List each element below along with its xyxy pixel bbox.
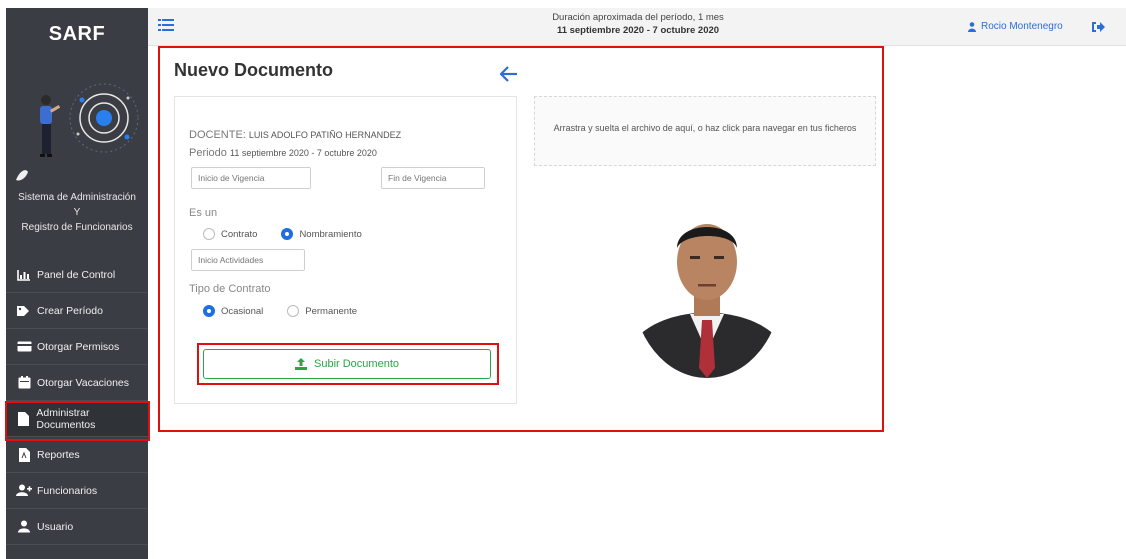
radio-circle xyxy=(287,305,300,317)
system-name-line-2: Y xyxy=(73,207,81,218)
brand-logo: SARF xyxy=(48,22,106,45)
new-document-panel: Nuevo Documento DOCENTE: LUIS ADOLFO PAT… xyxy=(158,46,884,432)
sidebar-item-label: Administrar Documentos xyxy=(36,406,96,431)
period-info: Duración aproximada del período, 1 mes 1… xyxy=(398,11,878,37)
fin-vigencia-input[interactable] xyxy=(381,167,485,189)
sidebar-item-administrar-documentos[interactable]: Administrar Documentos xyxy=(5,401,150,441)
radio-label: Nombramiento xyxy=(299,228,362,240)
user-name: Rocio Montenegro xyxy=(981,21,1063,32)
radio-circle-selected xyxy=(281,228,294,240)
sidebar-item-usuario[interactable]: Usuario xyxy=(6,509,148,545)
file-icon xyxy=(14,409,33,429)
radio-label: Ocasional xyxy=(221,305,264,317)
users-icon xyxy=(14,481,34,501)
upload-icon xyxy=(295,358,307,370)
app-root: SARF Sistema de Administración Y Registr… xyxy=(0,0,1126,559)
upload-button-label: Subir Documento xyxy=(314,358,399,370)
sidebar: SARF Sistema de Administración Y Registr… xyxy=(5,8,150,559)
inicio-vigencia-input[interactable] xyxy=(191,167,311,189)
top-bar: Duración aproximada del período, 1 mes 1… xyxy=(148,8,1126,46)
sidebar-item-label: Funcionarios xyxy=(37,484,98,497)
sidebar-illustration xyxy=(6,60,148,188)
periodo-value: 11 septiembre 2020 - 7 octubre 2020 xyxy=(229,148,377,158)
profile-photo xyxy=(632,192,782,378)
docente-line: DOCENTE: LUIS ADOLFO PATIÑO HERNANDEZ xyxy=(189,129,401,141)
upload-document-button[interactable]: Subir Documento xyxy=(203,349,491,379)
docente-label: DOCENTE: xyxy=(189,129,246,141)
sidebar-item-funcionarios[interactable]: Funcionarios xyxy=(6,473,148,509)
tipo-radio-group: Contrato Nombramiento xyxy=(203,228,386,240)
system-name-line-1: Sistema de Administración xyxy=(18,192,136,203)
docente-name: LUIS ADOLFO PATIÑO HERNANDEZ xyxy=(248,130,402,140)
period-dates: 11 septiembre 2020 - 7 octubre 2020 xyxy=(556,25,720,36)
sidebar-item-label: Crear Período xyxy=(37,304,103,317)
sidebar-item-reportes[interactable]: Reportes xyxy=(6,437,148,473)
period-duration: Duración aproximada del período, 1 mes xyxy=(552,12,724,23)
page-title: Nuevo Documento xyxy=(174,60,334,80)
logout-icon[interactable] xyxy=(1091,20,1105,34)
sidebar-item-label: Panel de Control xyxy=(37,268,116,281)
inicio-actividades-input[interactable] xyxy=(191,249,305,271)
calendar-icon xyxy=(14,373,34,393)
sidebar-item-label: Otorgar Permisos xyxy=(37,340,120,353)
tag-icon xyxy=(14,301,34,321)
chart-icon xyxy=(14,265,34,285)
sidebar-item-label: Reportes xyxy=(37,448,80,461)
sidebar-item-otorgar-permisos[interactable]: Otorgar Permisos xyxy=(6,329,148,365)
radio-circle xyxy=(203,228,215,240)
document-form: DOCENTE: LUIS ADOLFO PATIÑO HERNANDEZ Pe… xyxy=(174,96,517,404)
sidebar-item-label: Otorgar Vacaciones xyxy=(37,376,130,389)
contrato-radio-group: Ocasional Permanente xyxy=(203,305,381,317)
user-icon xyxy=(968,21,976,32)
es-un-label: Es un xyxy=(189,207,218,219)
sidebar-menu: Panel de Control Crear Período Otorgar P… xyxy=(5,257,150,545)
radio-ocasional[interactable]: Ocasional xyxy=(203,305,263,317)
card-icon xyxy=(14,337,34,357)
radio-permanente[interactable]: Permanente xyxy=(287,305,357,317)
periodo-line: Periodo 11 septiembre 2020 - 7 octubre 2… xyxy=(189,147,377,159)
radio-circle-selected xyxy=(203,305,215,317)
system-name: Sistema de Administración Y Registro de … xyxy=(6,190,148,235)
file-dropzone[interactable]: Arrastra y suelta el archivo de aquí, o … xyxy=(534,96,876,166)
pdf-icon xyxy=(14,445,34,465)
system-name-line-3: Registro de Funcionarios xyxy=(21,222,133,233)
sidebar-item-crear-periodo[interactable]: Crear Período xyxy=(6,293,148,329)
user-icon xyxy=(14,517,34,537)
sidebar-item-label: Usuario xyxy=(37,520,74,533)
radio-label: Permanente xyxy=(305,305,358,317)
radio-label: Contrato xyxy=(221,228,258,240)
list-menu-icon[interactable] xyxy=(158,18,174,34)
radio-contrato[interactable]: Contrato xyxy=(203,228,257,240)
tipo-contrato-label: Tipo de Contrato xyxy=(189,283,271,295)
radio-nombramiento[interactable]: Nombramiento xyxy=(281,228,362,240)
sidebar-item-panel-de-control[interactable]: Panel de Control xyxy=(6,257,148,293)
sidebar-item-otorgar-vacaciones[interactable]: Otorgar Vacaciones xyxy=(6,365,148,401)
back-arrow-icon[interactable] xyxy=(499,66,518,82)
periodo-label: Periodo xyxy=(189,147,227,159)
user-menu[interactable]: Rocio Montenegro xyxy=(968,21,1063,32)
